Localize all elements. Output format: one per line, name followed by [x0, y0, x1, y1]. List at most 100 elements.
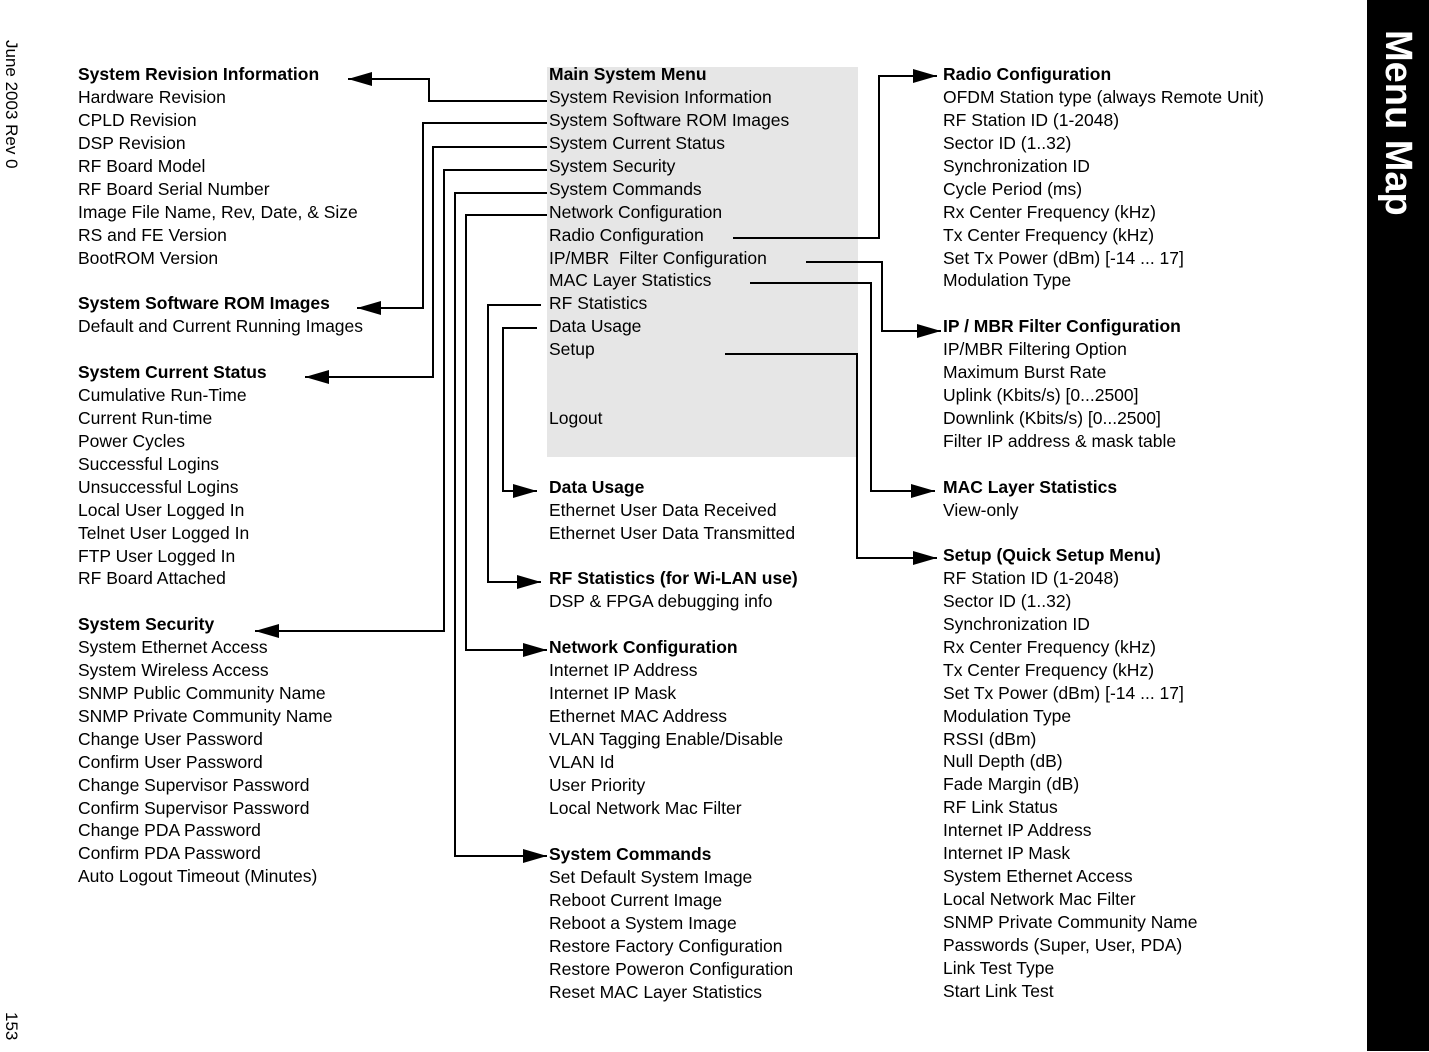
main-menu-item	[549, 384, 789, 407]
submenu-network-config: Network Configuration Internet IP Addres…	[549, 636, 783, 820]
submenu-item: Tx Center Frequency (kHz)	[943, 224, 1155, 245]
main-menu-item[interactable]: System Current Status	[549, 132, 789, 155]
submenu-item: Downlink (Kbits/s) [0...2500]	[943, 407, 1161, 428]
main-menu-title: Main System Menu	[549, 64, 707, 84]
submenu-item: RF Link Status	[943, 797, 1058, 818]
submenu-item: Filter IP address & mask table	[943, 430, 1177, 451]
submenu-item: Change User Password	[78, 728, 263, 749]
submenu-item: System Ethernet Access	[78, 636, 268, 657]
submenu-item: Restore Poweron Configuration	[549, 958, 794, 979]
submenu-item: Maximum Burst Rate	[943, 361, 1107, 382]
submenu-item: Change PDA Password	[78, 820, 261, 841]
submenu-mac-layer: MAC Layer Statistics View-only	[943, 476, 1117, 522]
submenu-item: Sector ID (1..32)	[943, 132, 1072, 153]
submenu-item: VLAN Id	[549, 751, 615, 772]
submenu-item: OFDM Station type (always Remote Unit)	[943, 86, 1264, 107]
main-menu-item[interactable]: MAC Layer Statistics	[549, 269, 789, 292]
footer-date: June 2003 Rev 0	[2, 40, 21, 169]
submenu-item: Telnet User Logged In	[78, 522, 250, 543]
submenu-item: Rx Center Frequency (kHz)	[943, 201, 1156, 222]
submenu-item: RF Board Serial Number	[78, 178, 270, 199]
submenu-title: System Revision Information	[78, 64, 320, 84]
connector-rf-statistics	[487, 304, 541, 589]
main-menu-item[interactable]: Network Configuration	[549, 201, 789, 224]
main-menu-item[interactable]: Radio Configuration	[549, 224, 789, 247]
submenu-title: Data Usage	[549, 477, 645, 497]
submenu-item: Uplink (Kbits/s) [0...2500]	[943, 384, 1139, 405]
submenu-item: Rx Center Frequency (kHz)	[943, 636, 1156, 657]
submenu-title: RF Statistics (for Wi-LAN use)	[549, 568, 798, 588]
submenu-item: RF Board Attached	[78, 568, 226, 589]
submenu-item: Internet IP Address	[943, 820, 1092, 841]
submenu-item: Internet IP Mask	[943, 843, 1071, 864]
submenu-item: Ethernet User Data Transmitted	[549, 522, 796, 543]
submenu-item: Null Depth (dB)	[943, 751, 1063, 772]
submenu-item: Link Test Type	[943, 957, 1055, 978]
submenu-title: System Software ROM Images	[78, 293, 330, 313]
submenu-item: Confirm Supervisor Password	[78, 797, 310, 818]
main-menu-item[interactable]: System Software ROM Images	[549, 109, 789, 132]
submenu-item: RF Board Model	[78, 155, 206, 176]
submenu-item: VLAN Tagging Enable/Disable	[549, 728, 784, 749]
connector-data-usage	[502, 327, 537, 498]
submenu-item: Cumulative Run-Time	[78, 384, 247, 405]
connector-system-commands	[454, 192, 547, 863]
submenu-rf-statistics: RF Statistics (for Wi-LAN use) DSP & FPG…	[549, 567, 798, 613]
submenu-item: Modulation Type	[943, 270, 1072, 291]
main-menu-item[interactable]: RF Statistics	[549, 292, 789, 315]
submenu-title: System Commands	[549, 844, 712, 864]
submenu-radio-config: Radio Configuration OFDM Station type (a…	[943, 63, 1264, 292]
connector-software-rom	[357, 122, 547, 315]
submenu-item: Reboot Current Image	[549, 889, 723, 910]
main-menu-item[interactable]: Logout	[549, 407, 789, 430]
submenu-item: Ethernet MAC Address	[549, 705, 727, 726]
submenu-item: Internet IP Mask	[549, 682, 677, 703]
submenu-item: RS and FE Version	[78, 224, 227, 245]
submenu-item: Passwords (Super, User, PDA)	[943, 934, 1183, 955]
submenu-setup: Setup (Quick Setup Menu) RF Station ID (…	[943, 544, 1197, 1003]
submenu-title: Radio Configuration	[943, 64, 1112, 84]
main-menu-item[interactable]: Setup	[549, 338, 789, 361]
submenu-item: SNMP Public Community Name	[78, 682, 326, 703]
submenu-title: System Current Status	[78, 362, 267, 382]
submenu-item: System Wireless Access	[78, 659, 269, 680]
submenu-item: Current Run-time	[78, 407, 213, 428]
submenu-item: RF Station ID (1-2048)	[943, 109, 1120, 130]
main-menu-item[interactable]: IP/MBR Filter Configuration	[549, 247, 789, 270]
submenu-item: Restore Factory Configuration	[549, 935, 783, 956]
submenu-item: Local User Logged In	[78, 499, 245, 520]
submenu-item: Fade Margin (dB)	[943, 774, 1080, 795]
main-menu-item[interactable]: System Security	[549, 155, 789, 178]
main-menu-item[interactable]: System Commands	[549, 178, 789, 201]
submenu-item: Set Tx Power (dBm) [-14 ... 17]	[943, 247, 1184, 268]
submenu-title: Network Configuration	[549, 637, 738, 657]
submenu-item: Synchronization ID	[943, 613, 1090, 634]
submenu-item: Reboot a System Image	[549, 912, 737, 933]
submenu-item: Confirm PDA Password	[78, 843, 261, 864]
submenu-item: DSP & FPGA debugging info	[549, 590, 773, 611]
section-title: Menu Map	[1377, 30, 1419, 216]
submenu-item: SNMP Private Community Name	[78, 705, 333, 726]
submenu-item: Modulation Type	[943, 705, 1072, 726]
submenu-item: Set Default System Image	[549, 866, 753, 887]
submenu-item: RSSI (dBm)	[943, 728, 1037, 749]
submenu-item: View-only	[943, 499, 1019, 520]
submenu-title: System Security	[78, 614, 215, 634]
submenu-item: Auto Logout Timeout (Minutes)	[78, 866, 318, 887]
submenu-item: Change Supervisor Password	[78, 774, 310, 795]
submenu-item: Local Network Mac Filter	[943, 889, 1136, 910]
submenu-item: Cycle Period (ms)	[943, 178, 1083, 199]
submenu-item: Default and Current Running Images	[78, 315, 364, 336]
submenu-data-usage: Data Usage Ethernet User Data Received Et…	[549, 476, 795, 545]
submenu-item: RF Station ID (1-2048)	[943, 567, 1120, 588]
main-menu-item[interactable]: System Revision Information	[549, 86, 789, 109]
submenu-item: FTP User Logged In	[78, 545, 236, 566]
submenu-item: Reset MAC Layer Statistics	[549, 981, 762, 1002]
submenu-ip-mbr-filter: IP / MBR Filter Configuration IP/MBR Fil…	[943, 315, 1181, 453]
main-menu-item[interactable]: Data Usage	[549, 315, 789, 338]
submenu-item: Internet IP Address	[549, 659, 698, 680]
submenu-title: Setup (Quick Setup Menu)	[943, 545, 1161, 565]
submenu-item: BootROM Version	[78, 247, 219, 268]
submenu-item: Tx Center Frequency (kHz)	[943, 659, 1155, 680]
submenu-item: Unsuccessful Logins	[78, 476, 239, 497]
